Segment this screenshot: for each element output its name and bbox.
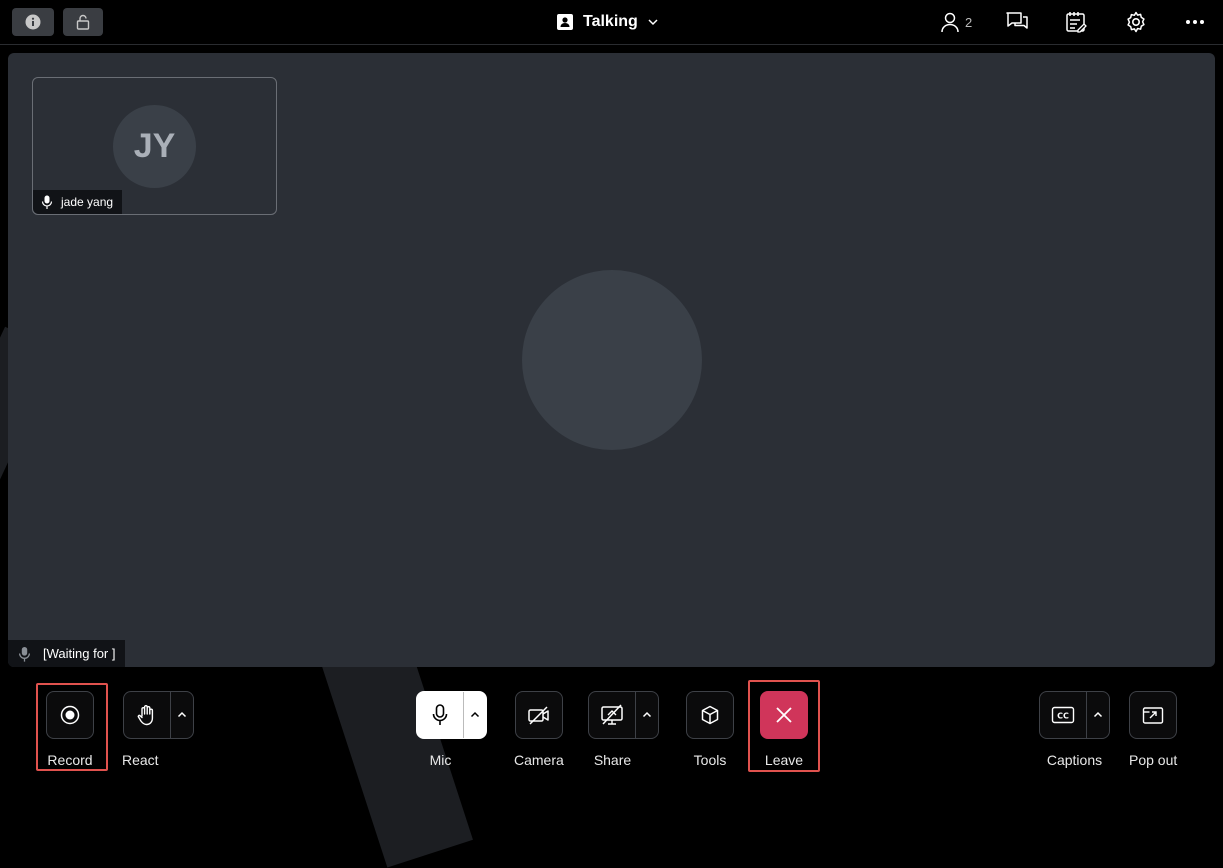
close-icon: [776, 707, 792, 723]
react-button[interactable]: [122, 691, 194, 739]
microphone-icon: [41, 195, 53, 209]
captions-options-button[interactable]: [1086, 692, 1109, 738]
svg-text:CC: CC: [1057, 712, 1069, 721]
avatar: JY: [113, 105, 196, 188]
participant-name-tag: jade yang: [33, 190, 123, 214]
raise-hand-icon: [137, 705, 153, 726]
meeting-title[interactable]: Talking: [556, 0, 659, 44]
share-options-button[interactable]: [635, 692, 658, 738]
waiting-text: [Waiting for ]: [43, 646, 116, 661]
chat-icon: [1006, 12, 1028, 29]
participants-button[interactable]: 2: [939, 0, 972, 44]
share-control: Share: [588, 691, 659, 768]
microphone-icon: [18, 646, 31, 662]
speaker-avatar-placeholder: [522, 270, 702, 450]
camera-off-icon: [528, 706, 549, 725]
react-options-button[interactable]: [169, 692, 193, 738]
notes-button[interactable]: [1065, 0, 1087, 44]
lock-button[interactable]: [63, 8, 103, 36]
gear-icon: [1127, 11, 1145, 33]
chevron-up-icon: [642, 711, 652, 718]
mic-button[interactable]: [416, 691, 487, 739]
cube-icon: [701, 705, 719, 725]
meeting-title-text: Talking: [583, 13, 638, 30]
top-bar: Talking 2: [0, 0, 1223, 45]
chevron-up-icon: [470, 711, 480, 718]
captions-button[interactable]: CC: [1039, 691, 1110, 739]
more-icon: [1186, 20, 1204, 24]
react-control: React: [122, 691, 195, 768]
settings-button[interactable]: [1125, 0, 1147, 44]
video-stage: JY jade yang [Waiting for ]: [8, 53, 1215, 667]
info-icon: [25, 14, 41, 30]
popout-button[interactable]: [1129, 691, 1178, 739]
leave-button[interactable]: [760, 691, 808, 739]
microphone-icon: [432, 704, 448, 725]
tools-button[interactable]: [686, 691, 734, 739]
captions-control: CC Captions: [1039, 691, 1110, 768]
record-button[interactable]: [46, 691, 94, 739]
mic-label: Mic: [429, 752, 452, 768]
camera-button[interactable]: [514, 691, 563, 739]
participant-tile[interactable]: JY jade yang: [32, 77, 277, 215]
mic-control: Mic: [416, 691, 487, 768]
leave-control: Leave: [760, 691, 808, 768]
react-label: React: [122, 752, 159, 768]
chevron-up-icon: [1093, 711, 1103, 718]
popout-control: Pop out: [1129, 691, 1177, 768]
popout-label: Pop out: [1129, 752, 1178, 768]
leave-label: Leave: [764, 752, 804, 768]
camera-control: Camera: [514, 691, 564, 768]
tools-control: Tools: [686, 691, 734, 768]
contact-card-icon: [557, 14, 573, 30]
share-screen-off-icon: [601, 704, 623, 725]
tools-label: Tools: [693, 752, 727, 768]
more-button[interactable]: [1185, 0, 1205, 44]
captions-label: Captions: [1046, 752, 1103, 768]
record-icon: [60, 705, 80, 725]
chevron-up-icon: [177, 711, 186, 718]
info-button[interactable]: [12, 8, 54, 36]
record-control: Record: [46, 691, 94, 768]
share-label: Share: [593, 752, 632, 768]
record-label: Record: [47, 752, 93, 768]
chevron-down-icon: [648, 19, 658, 26]
share-button[interactable]: [588, 691, 659, 739]
waiting-caption: [Waiting for ]: [8, 640, 126, 667]
pop-out-icon: [1142, 707, 1164, 724]
chat-button[interactable]: [1005, 0, 1029, 44]
lock-icon: [76, 14, 90, 30]
camera-label: Camera: [514, 752, 564, 768]
participant-count: 2: [965, 14, 973, 30]
closed-captions-icon: CC: [1051, 706, 1075, 724]
participant-name: jade yang: [61, 195, 114, 209]
notes-icon: [1066, 12, 1087, 33]
mic-options-button[interactable]: [463, 692, 486, 738]
people-icon: [941, 12, 959, 33]
